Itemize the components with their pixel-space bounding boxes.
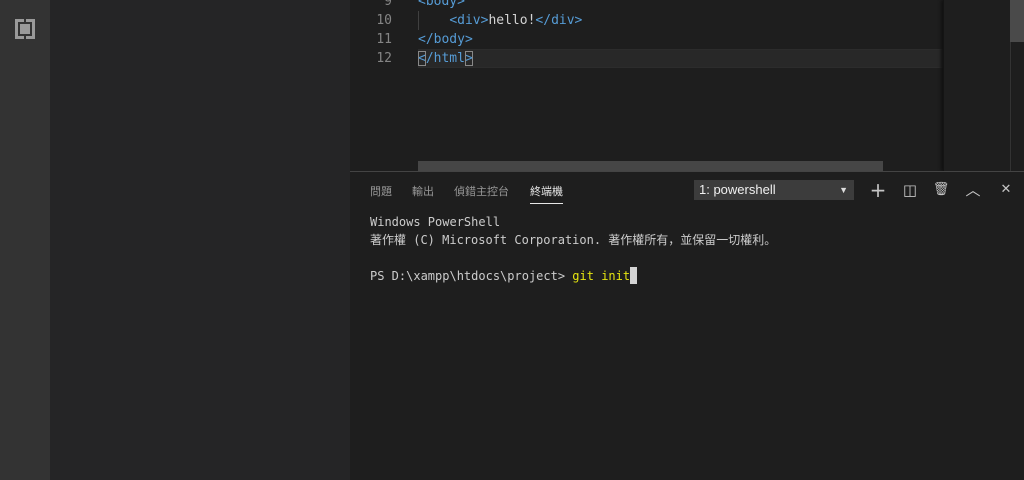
explorer-icon[interactable] <box>14 18 36 40</box>
terminal-line: 著作權 (C) Microsoft Corporation. 著作權所有，並保留… <box>370 233 777 247</box>
terminal-select-value: 1: powershell <box>699 182 776 197</box>
current-line-highlight <box>418 49 943 68</box>
split-icon: ◫ <box>902 181 918 199</box>
chevron-up-icon: ︿ <box>965 181 981 199</box>
text: hello! <box>488 13 536 28</box>
bottom-panel: 問題 輸出 偵錯主控台 終端機 1: powershell ▼ + ◫ 🗑 ︿ ✕… <box>350 171 1024 480</box>
terminal-select[interactable]: 1: powershell ▼ <box>694 180 854 200</box>
prompt: PS D:\xampp\htdocs\project> <box>370 269 573 283</box>
bracket-match: < <box>418 51 426 66</box>
kill-terminal-button[interactable]: 🗑 <box>931 180 951 200</box>
maximize-panel-button[interactable]: ︿ <box>963 180 983 200</box>
tag: </body> <box>418 32 473 47</box>
tab-debug-console[interactable]: 偵錯主控台 <box>454 183 509 199</box>
sidebar <box>50 0 350 480</box>
line-number: 9 <box>384 0 392 9</box>
split-terminal-button[interactable]: ◫ <box>900 180 920 200</box>
tab-output[interactable]: 輸出 <box>412 183 434 199</box>
tag: <body> <box>418 0 465 9</box>
horizontal-scrollbar-thumb[interactable] <box>418 161 883 171</box>
code-line: </html> <box>418 49 473 68</box>
tag: <div> <box>449 13 489 28</box>
tab-problems[interactable]: 問題 <box>370 183 392 199</box>
line-number: 12 <box>376 51 392 66</box>
code-editor[interactable]: 9 10 11 12 <body> <div>hello!</div> </bo… <box>350 0 1024 171</box>
terminal-output[interactable]: Windows PowerShell 著作權 (C) Microsoft Corp… <box>370 213 776 285</box>
chevron-down-icon: ▼ <box>839 185 848 195</box>
command: git init <box>572 269 631 283</box>
minimap[interactable] <box>943 0 1010 171</box>
trash-icon: 🗑 <box>932 182 950 197</box>
close-panel-button[interactable]: ✕ <box>996 180 1016 200</box>
vertical-scrollbar-thumb[interactable] <box>1010 0 1024 42</box>
bracket-match: > <box>464 51 473 66</box>
new-terminal-button[interactable]: + <box>868 180 888 200</box>
tag: </div> <box>535 13 583 28</box>
terminal-cursor <box>630 267 638 284</box>
code-line: <body> <box>418 0 465 11</box>
line-number: 10 <box>376 13 392 28</box>
code-line: <div>hello!</div> <box>418 11 582 30</box>
activity-bar <box>0 0 50 480</box>
tab-terminal[interactable]: 終端機 <box>530 183 563 204</box>
close-icon: ✕ <box>1000 182 1012 197</box>
code-line: </body> <box>418 30 473 49</box>
terminal-prompt-line: PS D:\xampp\htdocs\project> git init <box>370 267 776 285</box>
line-number: 11 <box>376 32 392 47</box>
plus-icon: + <box>869 178 887 202</box>
tag: /html <box>425 51 465 66</box>
terminal-line: Windows PowerShell <box>370 215 501 229</box>
